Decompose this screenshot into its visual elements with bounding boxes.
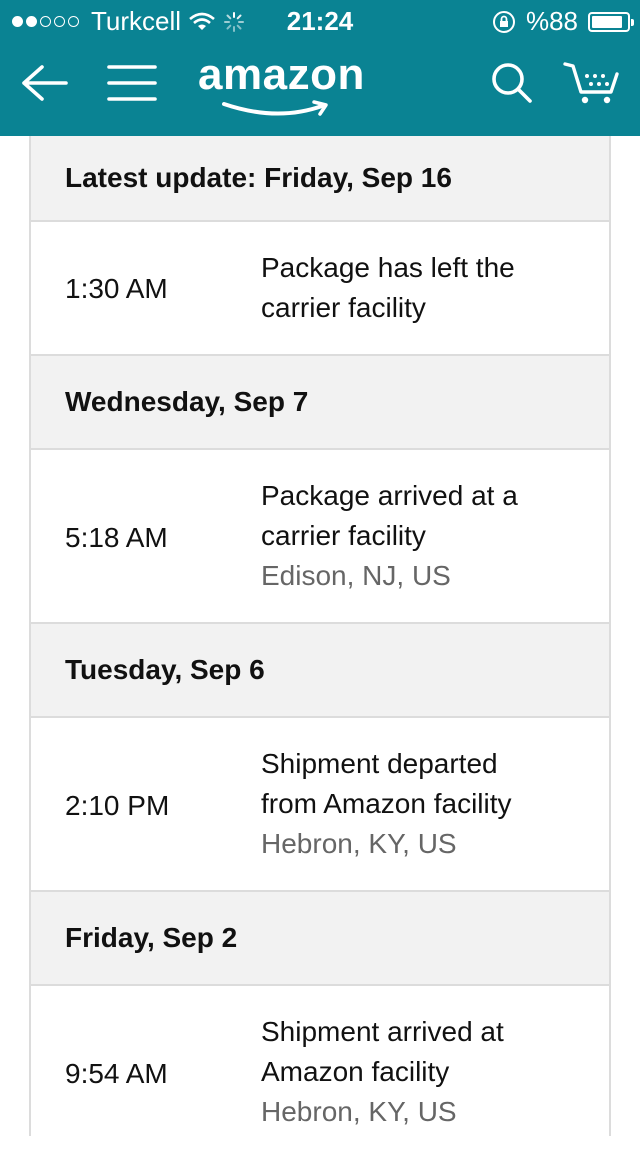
event-location: Hebron, KY, US: [261, 1096, 457, 1127]
amazon-smile-icon: [222, 100, 328, 116]
event-description: Package has left the carrier facility: [261, 248, 589, 328]
day-header: Friday, Sep 2: [31, 892, 609, 986]
tracking-event: 5:18 AM Package arrived at a carrier fac…: [31, 450, 609, 624]
day-header-text: Tuesday, Sep 6: [65, 654, 265, 685]
event-time: 9:54 AM: [65, 1058, 168, 1089]
search-icon[interactable]: [488, 58, 536, 108]
event-location: Hebron, KY, US: [261, 828, 457, 859]
status-right: %88: [492, 6, 634, 37]
event-description-line: Shipment departed: [261, 748, 498, 779]
day-header-text: Friday, Sep 2: [65, 922, 238, 953]
day-header-text: Latest update: Friday, Sep 16: [65, 162, 452, 193]
event-time: 1:30 AM: [65, 273, 168, 304]
event-description-line: Shipment arrived at: [261, 1016, 504, 1047]
event-description: Package arrived at a carrier facility Ed…: [261, 476, 589, 596]
event-description: Shipment arrived at Amazon facility Hebr…: [261, 1012, 589, 1132]
battery-icon: [588, 11, 634, 32]
event-description-line: from Amazon facility: [261, 788, 512, 819]
back-arrow-icon[interactable]: [18, 58, 70, 108]
event-time: 2:10 PM: [65, 790, 170, 821]
event-description-line: carrier facility: [261, 292, 426, 323]
tracking-event: 2:10 PM Shipment departed from Amazon fa…: [31, 718, 609, 892]
event-location: Edison, NJ, US: [261, 560, 451, 591]
battery-percent: %88: [525, 6, 578, 36]
event-description-line: Package arrived at a: [261, 480, 518, 511]
day-header-text: Wednesday, Sep 7: [65, 386, 309, 417]
event-description-line: Amazon facility: [261, 1056, 450, 1087]
tracking-event: 9:54 AM Shipment arrived at Amazon facil…: [31, 986, 609, 1160]
cart-icon[interactable]: [562, 58, 622, 108]
day-header: Tuesday, Sep 6: [31, 624, 609, 718]
nav-bar: amazon: [0, 40, 640, 136]
amazon-logo[interactable]: amazon: [198, 50, 365, 100]
tracking-timeline: Latest update: Friday, Sep 16 1:30 AM Pa…: [29, 136, 611, 1160]
event-description: Shipment departed from Amazon facility H…: [261, 744, 589, 864]
hamburger-menu-icon[interactable]: [106, 58, 158, 108]
event-description-line: carrier facility: [261, 520, 426, 551]
rotation-lock-icon: [492, 10, 515, 33]
day-header: Latest update: Friday, Sep 16: [31, 136, 609, 222]
app-header: Turkcell 21:24 %88 amazon: [0, 0, 640, 136]
tracking-event: 1:30 AM Package has left the carrier fac…: [31, 222, 609, 356]
event-time: 5:18 AM: [65, 522, 168, 553]
event-description-line: Package has left the: [261, 252, 515, 283]
day-header: Wednesday, Sep 7: [31, 356, 609, 450]
status-bar: Turkcell 21:24 %88: [0, 0, 640, 40]
